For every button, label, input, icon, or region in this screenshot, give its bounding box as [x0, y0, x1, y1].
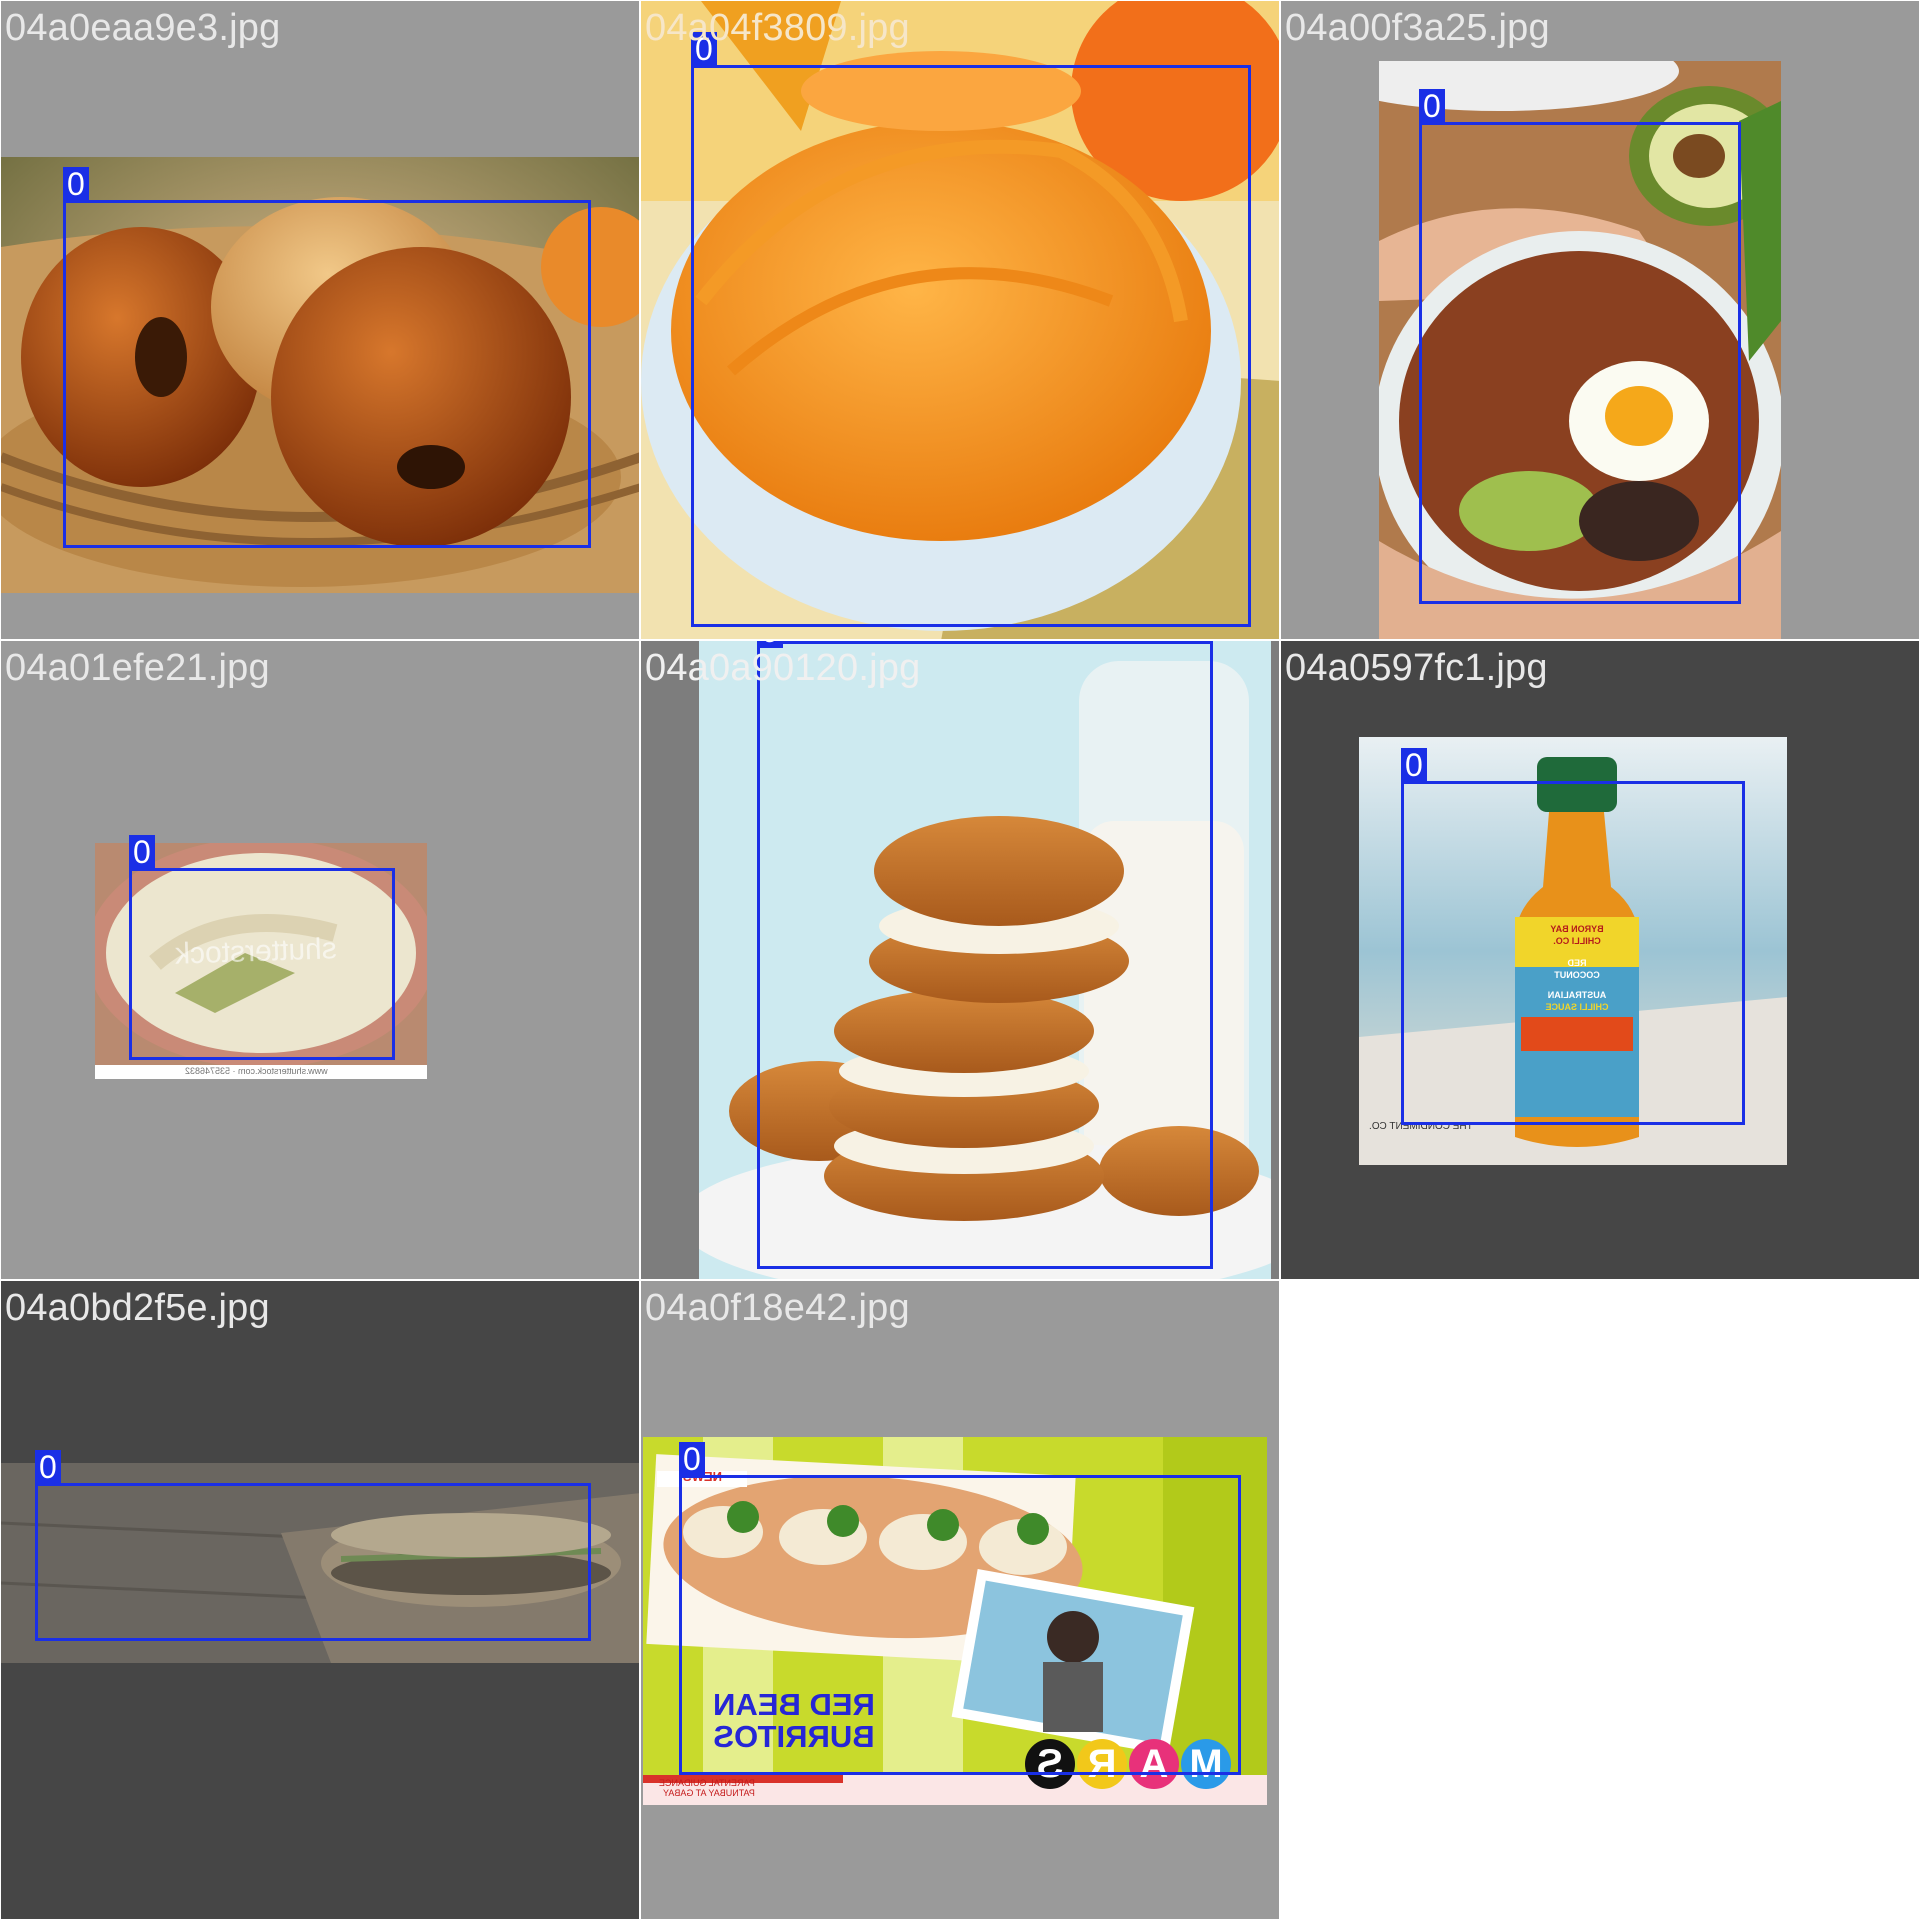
tile-sandwich[interactable]: 04a0bd2f5e.jpg 0 [0, 1280, 640, 1920]
bounding-box: 0 [679, 1442, 1241, 1775]
class-label: 0 [129, 835, 155, 869]
tile-burritos-show[interactable]: 04a0f18e42.jpg NEWS RED BEAN BURRITOS S … [640, 1280, 1280, 1920]
tile-filename: 04a00f3a25.jpg [1285, 7, 1550, 49]
rating-line: PARENTAL GUIDANCE [659, 1778, 755, 1788]
rating-text: PARENTAL GUIDANCE PATNUBAY AT GABAY [659, 1778, 755, 1798]
tile-chilli-sauce[interactable]: 04a0597fc1.jpg BYRON BAY CHILLI CO. RED … [1280, 640, 1920, 1280]
class-label: 0 [1401, 748, 1427, 782]
tile-filename: 04a0a90120.jpg [645, 647, 921, 689]
bounding-box: 0 [129, 835, 395, 1060]
tile-filename: 04a01efe21.jpg [5, 647, 270, 689]
tile-risotto[interactable]: 04a01efe21.jpg shutterstock www.shutters… [0, 640, 640, 1280]
tile-filename: 04a0bd2f5e.jpg [5, 1287, 270, 1329]
tile-egg-bowl[interactable]: 04a00f3a25.jpg 0 [1280, 0, 1920, 640]
tile-filename: 04a04f3809.jpg [645, 7, 910, 49]
bounding-box: 0 [691, 32, 1251, 627]
bounding-box: 0 [1419, 89, 1741, 604]
rating-line: PATNUBAY AT GABAY [662, 1788, 755, 1798]
bounding-box: 0 [35, 1450, 591, 1641]
bounding-box: 0 [1401, 748, 1745, 1125]
tile-bagels[interactable]: 04a0eaa9e3.jpg 0 [0, 0, 640, 640]
tile-filename: 04a0f18e42.jpg [645, 1287, 910, 1329]
class-label: 0 [1419, 89, 1445, 123]
mosaic-grid: 04a0eaa9e3.jpg 0 04a04f3809.jpg 0 04a00f… [0, 0, 1920, 1920]
class-label: 0 [35, 1450, 61, 1484]
bounding-box: 0 [757, 641, 1213, 1269]
class-label: 0 [63, 167, 89, 201]
tile-pumpkin-puree[interactable]: 04a04f3809.jpg 0 [640, 0, 1280, 640]
bounding-box: 0 [63, 167, 591, 548]
footer-text: www.shutterstock.com · 535746832 [185, 1066, 328, 1076]
class-label: 0 [679, 1442, 705, 1476]
tile-cookies[interactable]: 04a0a90120.jpg 0 [640, 640, 1280, 1280]
tile-filename: 04a0597fc1.jpg [1285, 647, 1548, 689]
tile-filename: 04a0eaa9e3.jpg [5, 7, 281, 49]
